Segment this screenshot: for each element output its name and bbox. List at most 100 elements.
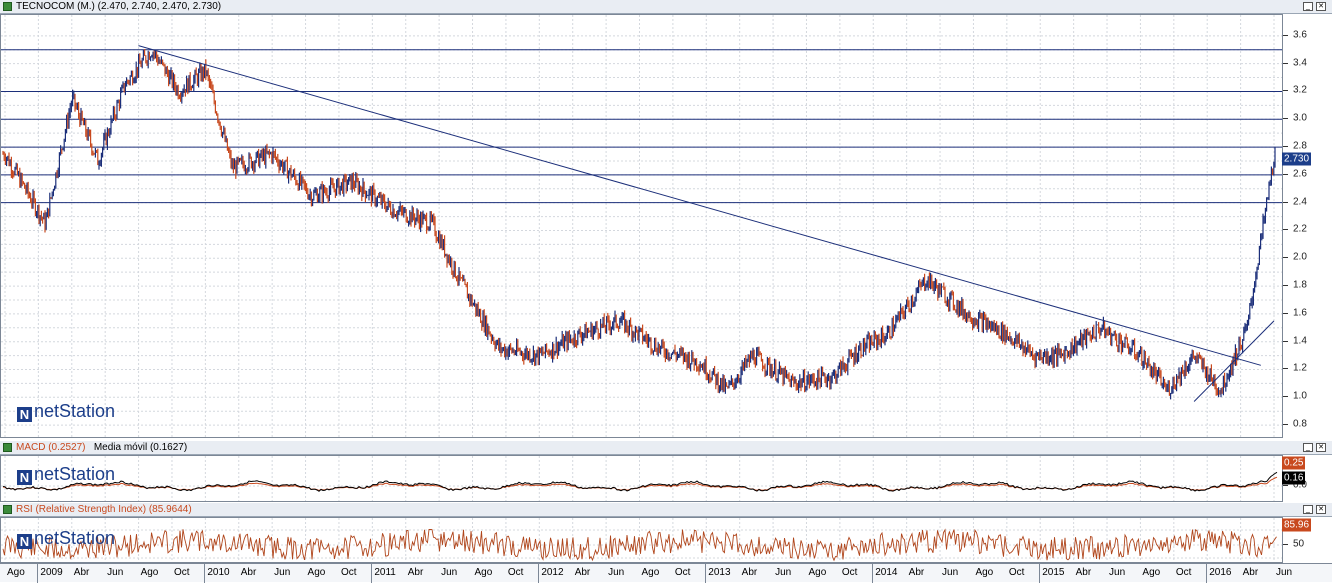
- x-tick-label: Oct: [340, 567, 357, 578]
- panel-indicator-icon[interactable]: [3, 443, 12, 452]
- x-tick-label: Jun: [942, 567, 959, 578]
- x-tick-label: 2016: [1209, 567, 1232, 578]
- y-tick-mark: [1283, 485, 1288, 486]
- x-tick-label: 2013: [708, 567, 731, 578]
- y-tick-mark: [1283, 146, 1288, 148]
- x-tick-label: 2015: [1042, 567, 1065, 578]
- x-tick-label: 2009: [40, 567, 63, 578]
- year-separator: [872, 564, 874, 583]
- macd-title: MACD (0.2527) Media móvil (0.1627): [16, 442, 187, 453]
- year-separator: [37, 564, 39, 583]
- x-tick-label: Ago: [1142, 567, 1161, 578]
- netstation-logo-text: netStation: [34, 528, 116, 548]
- rsi-title: RSI (Relative Strength Index) (85.9644): [16, 504, 192, 515]
- netstation-logo-mark: N: [17, 534, 32, 549]
- x-tick-label: Oct: [507, 567, 524, 578]
- close-icon[interactable]: ✕: [1316, 2, 1326, 11]
- price-chart: [1, 15, 1282, 437]
- x-tick-label: Jun: [107, 567, 124, 578]
- minimize-icon[interactable]: _: [1303, 443, 1313, 452]
- x-tick-label: Abr: [741, 567, 758, 578]
- year-separator: [1206, 564, 1208, 583]
- price-panel-header: TECNOCOM (M.) (2.470, 2.740, 2.470, 2.73…: [0, 0, 1332, 14]
- price-panel: TECNOCOM (M.) (2.470, 2.740, 2.470, 2.73…: [0, 0, 1332, 440]
- minimize-icon[interactable]: _: [1303, 2, 1313, 11]
- y-tick-mark: [1283, 90, 1288, 92]
- macd-plot-area[interactable]: NnetStation: [0, 455, 1283, 502]
- y-tick-mark: [1283, 312, 1288, 314]
- y-tick-label: 50: [1293, 538, 1305, 550]
- y-tick-label: 2.2: [1293, 223, 1307, 235]
- x-tick-label: Oct: [173, 567, 190, 578]
- y-tick-label: 3.6: [1293, 29, 1307, 41]
- netstation-logo-text: netStation: [34, 464, 116, 484]
- x-tick-label: 2012: [541, 567, 564, 578]
- x-tick-label: Jun: [441, 567, 458, 578]
- y-tick-label: 1.2: [1293, 362, 1307, 374]
- x-tick-label: Jun: [1276, 567, 1293, 578]
- time-axis: Ago 2009 Abr Jun Ago Oct 2010 Abr Jun Ago Oct 2011 A…: [0, 563, 1332, 583]
- netstation-logo-mark: N: [17, 470, 32, 485]
- macd-value-label: MACD (0.2527): [16, 442, 86, 453]
- y-tick-label: 3.0: [1293, 112, 1307, 124]
- macd-value-badge: 0.25: [1282, 456, 1306, 470]
- rsi-value-badge: 85.96: [1282, 518, 1312, 532]
- x-tick-label: Jun: [775, 567, 792, 578]
- x-tick-label: Jun: [274, 567, 291, 578]
- y-tick-label: 3.2: [1293, 84, 1307, 96]
- x-tick-label: Ago: [975, 567, 994, 578]
- y-tick-label: 3.4: [1293, 57, 1307, 69]
- x-tick-label: Ago: [641, 567, 660, 578]
- panel-indicator-icon[interactable]: [3, 505, 12, 514]
- y-tick-label: 0.8: [1293, 418, 1307, 430]
- macd-signal-badge: 0.16: [1282, 471, 1306, 485]
- trendline: [1193, 320, 1275, 402]
- netstation-logo: NnetStation: [17, 401, 115, 422]
- netstation-logo: NnetStation: [17, 464, 115, 485]
- rsi-panel-header: RSI (Relative Strength Index) (85.9644) …: [0, 503, 1332, 517]
- y-tick-label: 2.4: [1293, 196, 1307, 208]
- panel-indicator-icon[interactable]: [3, 2, 12, 11]
- x-tick-label: Ago: [307, 567, 326, 578]
- close-icon[interactable]: ✕: [1316, 443, 1326, 452]
- x-tick-label: Oct: [841, 567, 858, 578]
- minimize-icon[interactable]: _: [1303, 505, 1313, 514]
- x-tick-label: Abr: [908, 567, 925, 578]
- x-tick-label: Abr: [73, 567, 90, 578]
- macd-chart: [1, 456, 1282, 501]
- y-tick-label: 1.0: [1293, 390, 1307, 402]
- trendline: [138, 45, 1261, 366]
- x-tick-label: Oct: [674, 567, 691, 578]
- y-tick-mark: [1283, 34, 1288, 36]
- y-tick-mark: [1283, 544, 1288, 545]
- y-tick-mark: [1283, 285, 1288, 287]
- year-separator: [371, 564, 373, 583]
- y-tick-mark: [1283, 173, 1288, 175]
- y-tick-label: 1.8: [1293, 279, 1307, 291]
- x-tick-label: Abr: [1242, 567, 1259, 578]
- rsi-chart: [1, 518, 1282, 562]
- x-tick-label: Ago: [808, 567, 827, 578]
- price-y-axis: 3.6 3.4 3.2 3.0 2.8 2.6 2.4 2.2 2.0 1.8 1.6 1.4 1.2 1…: [1283, 14, 1332, 438]
- price-plot-area[interactable]: NnetStation: [0, 14, 1283, 438]
- macd-panel: MACD (0.2527) Media móvil (0.1627) _ ✕ N…: [0, 441, 1332, 502]
- y-tick-label: 2.8: [1293, 140, 1307, 152]
- netstation-logo: NnetStation: [17, 528, 115, 549]
- x-tick-label: Jun: [608, 567, 625, 578]
- price-panel-title: TECNOCOM (M.) (2.470, 2.740, 2.470, 2.73…: [16, 1, 222, 12]
- rsi-panel: RSI (Relative Strength Index) (85.9644) …: [0, 503, 1332, 563]
- x-tick-label: Abr: [574, 567, 591, 578]
- last-price-badge: 2.730: [1282, 152, 1312, 166]
- y-tick-mark: [1283, 201, 1288, 203]
- x-tick-label: 2010: [207, 567, 230, 578]
- rsi-plot-area[interactable]: NnetStation: [0, 517, 1283, 563]
- y-tick-mark: [1283, 396, 1288, 398]
- netstation-logo-text: netStation: [34, 401, 116, 421]
- close-icon[interactable]: ✕: [1316, 505, 1326, 514]
- x-tick-label: Ago: [7, 567, 25, 578]
- x-tick-label: Oct: [1008, 567, 1025, 578]
- x-tick-label: Oct: [1175, 567, 1192, 578]
- y-tick-label: 2.6: [1293, 168, 1307, 180]
- x-tick-label: Ago: [474, 567, 493, 578]
- year-separator: [1039, 564, 1041, 583]
